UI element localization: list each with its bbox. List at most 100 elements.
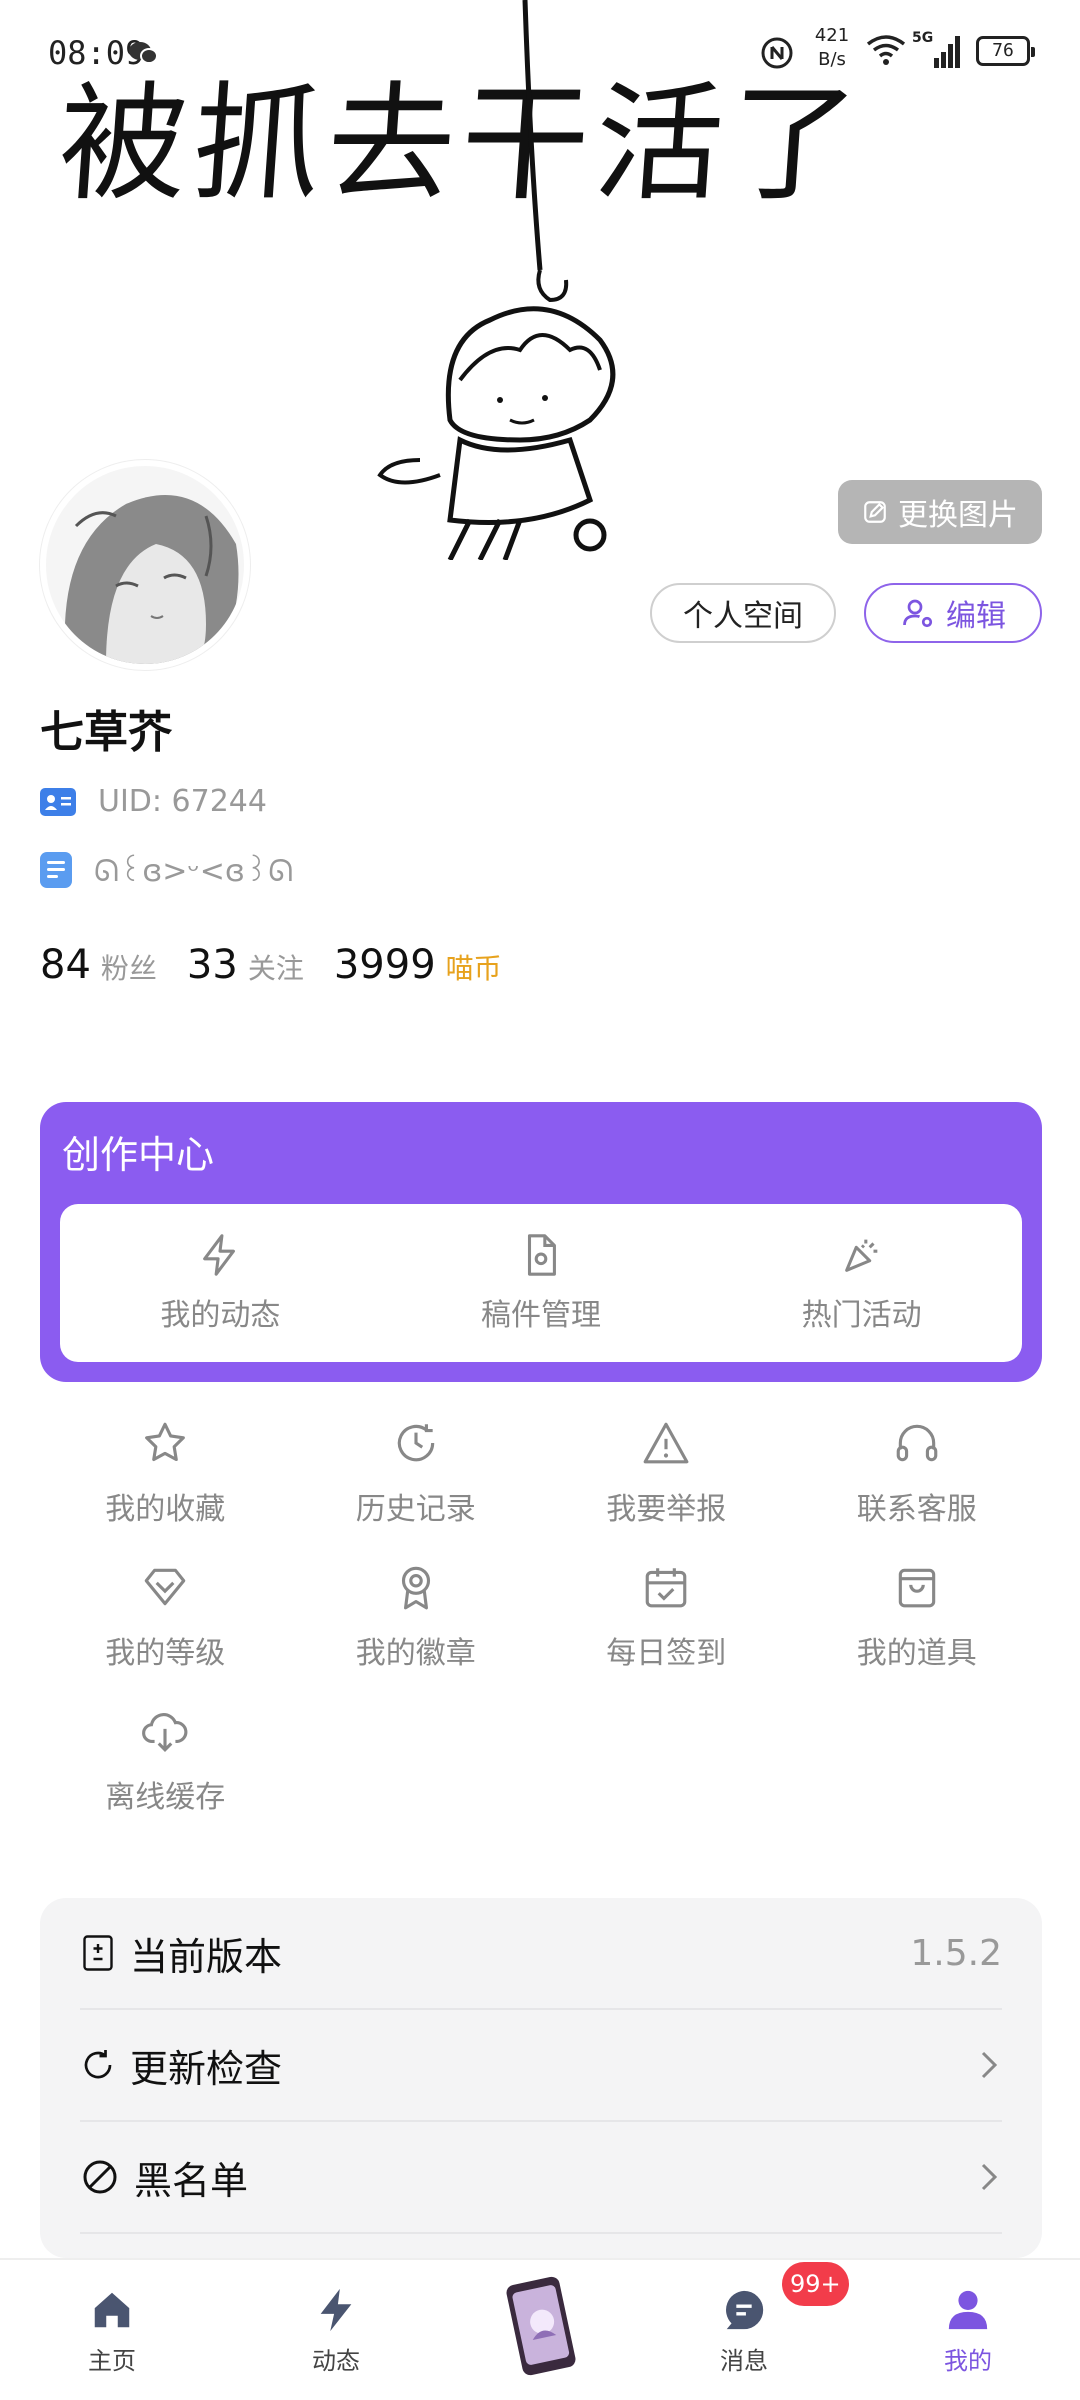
edit-square-icon <box>864 501 886 523</box>
followers-stat[interactable]: 84 粉丝 <box>40 942 157 988</box>
block-icon <box>83 2160 117 2194</box>
menu-offline-cache-label: 离线缓存 <box>105 1780 226 1815</box>
followers-count: 84 <box>40 942 91 988</box>
tab-center-button[interactable] <box>500 2276 582 2380</box>
menu-daily-checkin[interactable]: 每日签到 <box>541 1562 792 1672</box>
menu-level-label: 我的等级 <box>105 1636 226 1671</box>
hot-events-button[interactable]: 热门活动 <box>701 1204 1022 1362</box>
medal-icon <box>401 1566 430 1610</box>
update-check-row[interactable]: 更新检查 <box>80 2010 1002 2122</box>
lightning-icon <box>203 1234 236 1276</box>
shopping-bag-icon <box>898 1568 935 1608</box>
tab-feed-label: 动态 <box>312 2346 360 2375</box>
username: 七草芥 <box>40 707 172 758</box>
network-speed-unit: B/s <box>818 49 846 70</box>
menu-history[interactable]: 历史记录 <box>291 1418 542 1528</box>
tab-me-label: 我的 <box>944 2346 992 2375</box>
coins-count: 3999 <box>333 942 436 988</box>
menu-level[interactable]: 我的等级 <box>40 1562 291 1672</box>
coins-label: 喵币 <box>445 952 502 985</box>
tab-messages-label: 消息 <box>720 2346 768 2375</box>
battery-level: 76 <box>992 40 1014 61</box>
menu-items[interactable]: 我的道具 <box>792 1562 1043 1672</box>
followers-label: 粉丝 <box>100 952 157 985</box>
headset-icon <box>896 1424 938 1462</box>
personal-space-button[interactable]: 个人空间 <box>650 583 836 643</box>
user-settings-icon <box>903 599 933 628</box>
feature-menu: 我的收藏 历史记录 我要举报 联系客服 我的等级 我的徽章 每日签到 我的道具 … <box>40 1418 1042 1816</box>
cloud-download-icon <box>142 1713 188 1752</box>
tab-me[interactable]: 我的 <box>878 2260 1058 2400</box>
network-type: 5G <box>912 30 934 46</box>
nfc-icon <box>761 37 793 69</box>
lightning-icon <box>320 2288 352 2331</box>
home-icon <box>94 2292 130 2327</box>
menu-history-label: 历史记录 <box>355 1492 476 1527</box>
avatar[interactable] <box>40 460 250 670</box>
profile-stats: 84 粉丝 33 关注 3999 喵币 <box>40 942 502 988</box>
blacklist-row[interactable]: 黑名单 <box>80 2122 1002 2234</box>
creator-center-title: 创作中心 <box>62 1133 215 1177</box>
current-version-label: 当前版本 <box>130 1934 283 1979</box>
party-popper-icon <box>844 1239 878 1272</box>
user-icon <box>948 2290 988 2329</box>
menu-report-label: 我要举报 <box>606 1492 727 1527</box>
current-version-value: 1.5.2 <box>910 1932 1002 1974</box>
my-posts-button[interactable]: 我的动态 <box>60 1204 381 1362</box>
signature-text: ᘏ꒰ɞ>ᵕ<ɞ꒱ᘏ <box>94 854 294 889</box>
creator-center-panel: 我的动态 稿件管理 热门活动 <box>60 1204 1022 1362</box>
following-label: 关注 <box>247 952 304 985</box>
manuscript-management-label: 稿件管理 <box>481 1298 601 1333</box>
network-speed-value: 421 <box>814 25 850 46</box>
network-speed: 421 B/s <box>812 24 852 72</box>
tab-home[interactable]: 主页 <box>22 2260 202 2400</box>
menu-favorites-label: 我的收藏 <box>105 1492 226 1527</box>
wifi-icon <box>866 35 906 65</box>
uid-row: UID: 67244 <box>40 784 267 819</box>
menu-badges[interactable]: 我的徽章 <box>291 1562 542 1672</box>
menu-customer-service-label: 联系客服 <box>856 1492 977 1527</box>
message-badge: 99+ <box>782 2262 849 2306</box>
refresh-icon <box>84 2050 112 2079</box>
menu-offline-cache[interactable]: 离线缓存 <box>40 1706 291 1816</box>
chevron-right-icon <box>981 2163 998 2191</box>
note-icon <box>40 851 72 888</box>
warning-icon <box>643 1422 689 1464</box>
update-check-label: 更新检查 <box>130 2046 283 2091</box>
version-icon <box>83 1935 113 1971</box>
following-count: 33 <box>186 942 238 988</box>
history-icon <box>397 1424 434 1462</box>
menu-items-label: 我的道具 <box>856 1636 977 1671</box>
uid-text: UID: 67244 <box>98 784 267 819</box>
chevron-right-icon <box>981 2051 998 2079</box>
coins-stat[interactable]: 3999 喵币 <box>334 942 502 988</box>
calendar-check-icon <box>645 1568 687 1608</box>
menu-customer-service[interactable]: 联系客服 <box>792 1418 1043 1528</box>
blacklist-label: 黑名单 <box>134 2158 249 2203</box>
avatar-image <box>46 466 244 664</box>
signature-row: ᘏ꒰ɞ>ᵕ<ɞ꒱ᘏ <box>40 850 293 889</box>
following-stat[interactable]: 33 关注 <box>187 942 304 988</box>
file-settings-icon <box>527 1234 556 1276</box>
message-icon <box>726 2290 764 2329</box>
menu-report[interactable]: 我要举报 <box>541 1418 792 1528</box>
hot-events-label: 热门活动 <box>801 1298 922 1333</box>
diamond-icon <box>144 1568 186 1606</box>
menu-favorites[interactable]: 我的收藏 <box>40 1418 291 1528</box>
status-bar: 08:09 421 B/s 5G 76 <box>0 0 1080 90</box>
change-cover-label: 更换图片 <box>898 498 1018 533</box>
wechat-icon <box>129 42 158 64</box>
tab-feed[interactable]: 动态 <box>246 2260 426 2400</box>
tab-home-label: 主页 <box>88 2346 136 2375</box>
menu-daily-checkin-label: 每日签到 <box>606 1636 727 1671</box>
menu-badges-label: 我的徽章 <box>355 1636 476 1671</box>
manuscript-management-button[interactable]: 稿件管理 <box>381 1204 702 1362</box>
star-icon <box>145 1422 186 1462</box>
id-card-icon <box>40 787 76 816</box>
creator-center: 创作中心 我的动态 稿件管理 热门活动 <box>40 1102 1042 1382</box>
edit-profile-button[interactable]: 编辑 <box>864 583 1042 643</box>
battery-icon: 76 <box>976 36 1035 66</box>
settings-list: 当前版本 1.5.2 更新检查 黑名单 <box>40 1898 1042 2258</box>
change-cover-button[interactable]: 更换图片 <box>838 480 1042 544</box>
edit-profile-label: 编辑 <box>946 599 1006 634</box>
